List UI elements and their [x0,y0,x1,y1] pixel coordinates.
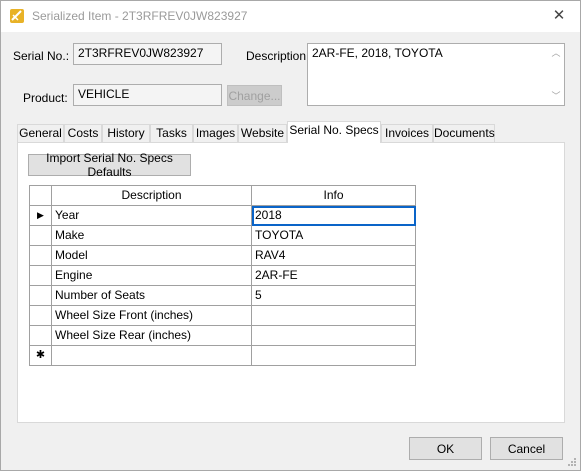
scroll-down-icon[interactable]: ﹀ [550,90,562,102]
new-row-info[interactable] [252,346,416,366]
description-label: Description: [246,49,310,63]
table-row-info[interactable]: RAV4 [252,246,416,266]
specs-grid[interactable]: Description Info ▶ Year 2018 Make TOYOTA… [29,185,416,366]
table-row-info[interactable]: 2AR-FE [252,266,416,286]
cancel-button[interactable]: Cancel [490,437,563,460]
product-label: Product: [23,91,68,105]
current-row-indicator-icon[interactable]: ▶ [30,206,52,226]
serial-field[interactable]: 2T3RFREV0JW823927 [73,43,222,65]
table-row-description[interactable]: Wheel Size Rear (inches) [52,326,252,346]
column-header-description[interactable]: Description [52,186,252,206]
close-icon[interactable]: ✕ [549,7,569,25]
table-row-description[interactable]: Number of Seats [52,286,252,306]
import-specs-defaults-button[interactable]: Import Serial No. Specs Defaults [28,151,191,179]
new-row-description[interactable] [52,346,252,366]
row-header[interactable] [30,306,52,326]
description-field[interactable]: 2AR-FE, 2018, TOYOTA ︿ ﹀ [307,43,565,106]
table-row-description[interactable]: Model [52,246,252,266]
row-header[interactable] [30,226,52,246]
tab-serial-no-specs[interactable]: Serial No. Specs [287,121,381,143]
new-row-icon[interactable]: ✱ [30,346,52,366]
table-row-info[interactable]: 5 [252,286,416,306]
tab-documents[interactable]: Documents [433,124,495,142]
scroll-up-icon[interactable]: ︿ [550,47,562,59]
description-scrollbar[interactable]: ︿ ﹀ [549,45,563,104]
app-icon [10,9,24,23]
tab-invoices[interactable]: Invoices [381,124,433,142]
title-bar: Serialized Item - 2T3RFREV0JW823927 ✕ [1,1,580,32]
row-header[interactable] [30,326,52,346]
table-row-info[interactable]: TOYOTA [252,226,416,246]
row-header[interactable] [30,286,52,306]
table-row-description[interactable]: Wheel Size Front (inches) [52,306,252,326]
product-field[interactable]: VEHICLE [73,84,222,106]
window-title: Serialized Item - 2T3RFREV0JW823927 [32,9,248,23]
tab-costs[interactable]: Costs [64,124,102,142]
table-row-description[interactable]: Make [52,226,252,246]
row-header[interactable] [30,266,52,286]
column-header-info[interactable]: Info [252,186,416,206]
change-button[interactable]: Change... [227,85,282,106]
tab-tasks[interactable]: Tasks [150,124,193,142]
description-text: 2AR-FE, 2018, TOYOTA [312,46,443,60]
resize-grip-icon[interactable] [567,457,577,467]
table-row-info[interactable] [252,326,416,346]
serial-label: Serial No.: [13,49,70,63]
tab-website[interactable]: Website [238,124,287,142]
table-row-info[interactable] [252,306,416,326]
table-row-description[interactable]: Year [52,206,252,226]
ok-button[interactable]: OK [409,437,482,460]
table-row-info[interactable]: 2018 [252,206,416,226]
table-row-description[interactable]: Engine [52,266,252,286]
grid-corner [30,186,52,206]
tab-general[interactable]: General [17,124,64,142]
serialized-item-window: Serialized Item - 2T3RFREV0JW823927 ✕ Se… [0,0,581,471]
row-header[interactable] [30,246,52,266]
tab-history[interactable]: History [102,124,150,142]
tab-images[interactable]: Images [193,124,238,142]
